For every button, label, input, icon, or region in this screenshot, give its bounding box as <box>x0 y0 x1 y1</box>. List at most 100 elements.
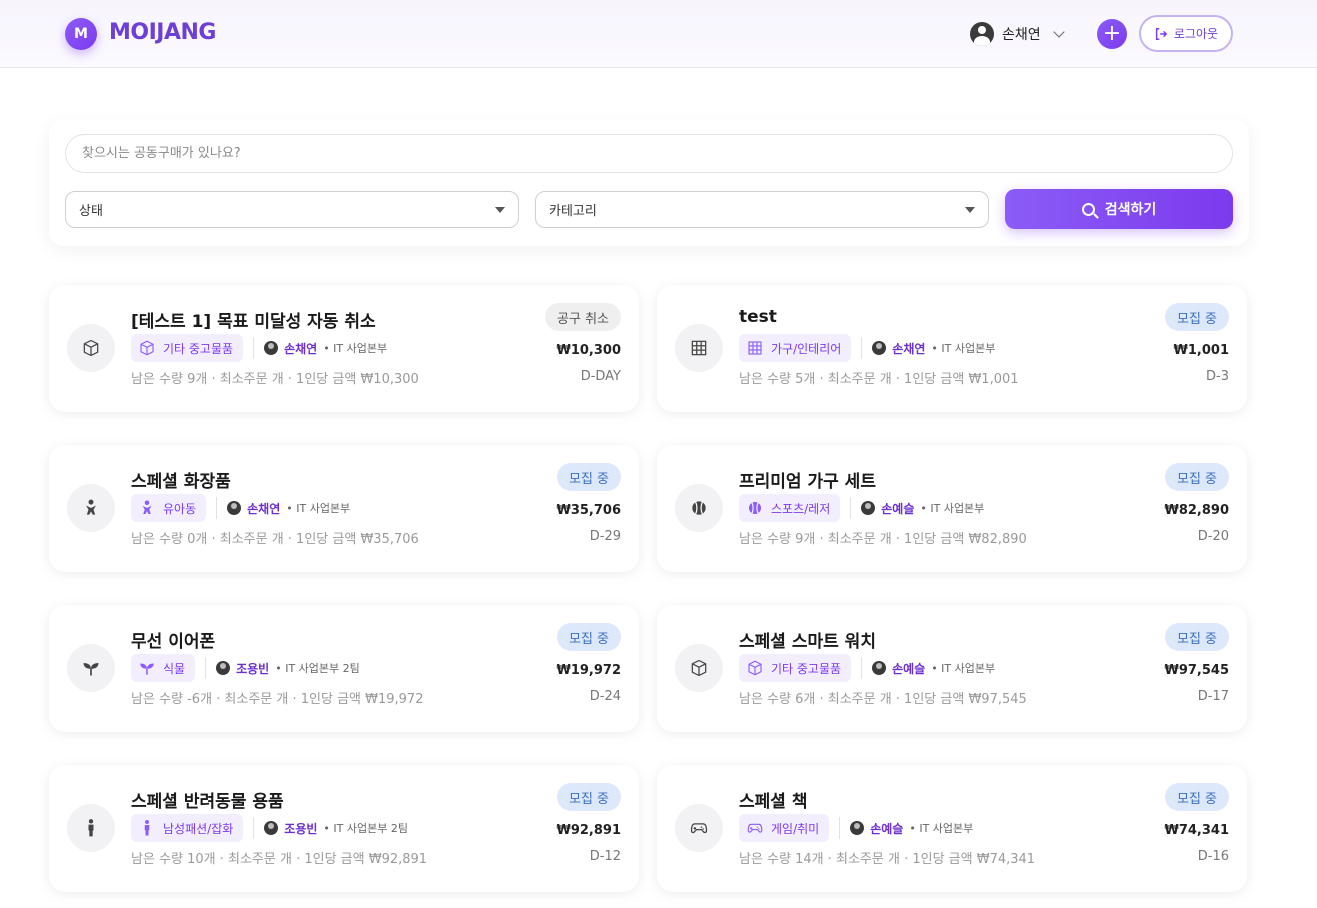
group-buy-card[interactable]: 스페셜 책 게임/취미 손예슬 • IT 사업본부 남은 수량 14개 · 최소… <box>657 765 1247 892</box>
status-badge: 공구 취소 <box>545 303 621 331</box>
owner-avatar-icon <box>872 661 887 675</box>
logout-button[interactable]: 로그아웃 <box>1139 15 1233 52</box>
grid-icon <box>675 324 723 372</box>
card-info: 남은 수량 5개 · 최소주문 개 · 1인당 금액 ₩1,001 <box>739 372 1019 387</box>
divider <box>850 497 852 519</box>
ball-icon <box>746 499 764 517</box>
card-info: 남은 수량 10개 · 최소주문 개 · 1인당 금액 ₩92,891 <box>131 852 428 867</box>
divider <box>861 657 863 679</box>
status-badge: 모집 중 <box>556 783 621 811</box>
category-select[interactable]: 카테고리 <box>535 191 989 228</box>
owner-avatar-icon <box>861 501 876 515</box>
user-avatar-icon <box>970 22 994 46</box>
group-buy-card[interactable]: 무선 이어폰 식물 조용빈 • IT 사업본부 2팀 남은 수량 -6개 · 최… <box>49 605 639 732</box>
category-tag[interactable]: 식물 <box>131 654 196 682</box>
category-tag[interactable]: 남성패션/잡화 <box>131 814 244 842</box>
box-icon <box>746 659 764 677</box>
baby-icon <box>67 484 115 532</box>
gamepad-icon <box>675 804 723 852</box>
group-buy-card[interactable]: 스페셜 화장품 유아동 손채연 • IT 사업본부 남은 수량 0개 · 최소주… <box>49 445 639 572</box>
card-dday: D-24 <box>589 689 621 704</box>
card-title: 스페셜 스마트 워치 <box>739 632 876 652</box>
person-icon <box>67 804 115 852</box>
divider <box>839 817 841 839</box>
logout-label: 로그아웃 <box>1173 27 1219 41</box>
category-tag[interactable]: 스포츠/레저 <box>739 494 841 522</box>
category-select-value: 카테고리 <box>549 204 597 219</box>
category-tag[interactable]: 기타 중고물품 <box>131 334 244 362</box>
status-select[interactable]: 상태 <box>65 191 519 228</box>
group-buy-card[interactable]: test 가구/인테리어 손채연 • IT 사업본부 남은 수량 5개 · 최소… <box>657 285 1247 412</box>
group-buy-card[interactable]: [테스트 1] 목표 미달성 자동 취소 기타 중고물품 손채연 • IT 사업… <box>49 285 639 412</box>
status-select-value: 상태 <box>79 204 103 219</box>
card-info: 남은 수량 6개 · 최소주문 개 · 1인당 금액 ₩97,545 <box>739 692 1027 707</box>
logo-text[interactable]: MOIJANG <box>109 20 216 45</box>
sprout-icon <box>67 644 115 692</box>
owner-name: 손예슬 <box>881 501 915 516</box>
category-tag[interactable]: 기타 중고물품 <box>739 654 852 682</box>
search-panel: 상태 카테고리 검색하기 <box>49 120 1249 246</box>
owner-info: 손예슬 • IT 사업본부 <box>861 500 984 517</box>
logo-mark-letter: M <box>74 26 88 42</box>
card-meta: 남성패션/잡화 조용빈 • IT 사업본부 2팀 <box>131 814 408 842</box>
owner-info: 조용빈 • IT 사업본부 2팀 <box>216 660 360 677</box>
status-badge: 모집 중 <box>1164 783 1229 811</box>
logo-mark[interactable]: M <box>65 18 97 50</box>
owner-info: 손채연 • IT 사업본부 <box>264 340 387 357</box>
card-dday: D-17 <box>1197 689 1229 704</box>
card-info: 남은 수량 0개 · 최소주문 개 · 1인당 금액 ₩35,706 <box>131 532 419 547</box>
group-buy-card[interactable]: 프리미엄 가구 세트 스포츠/레저 손예슬 • IT 사업본부 남은 수량 9개… <box>657 445 1247 572</box>
category-label: 기타 중고물품 <box>771 661 842 676</box>
card-title: 스페셜 화장품 <box>131 472 231 492</box>
owner-info: 손예슬 • IT 사업본부 <box>872 660 995 677</box>
card-meta: 스포츠/레저 손예슬 • IT 사업본부 <box>739 494 984 522</box>
search-button[interactable]: 검색하기 <box>1005 189 1233 229</box>
search-input[interactable] <box>65 134 1233 173</box>
plus-icon: + <box>1102 21 1122 46</box>
category-tag[interactable]: 유아동 <box>131 494 207 522</box>
divider <box>253 337 255 359</box>
card-meta: 게임/취미 손예슬 • IT 사업본부 <box>739 814 973 842</box>
card-title: 무선 이어폰 <box>131 632 216 652</box>
card-price: ₩97,545 <box>1164 663 1229 678</box>
add-group-buy-button[interactable]: + <box>1097 19 1127 49</box>
divider <box>253 817 255 839</box>
status-badge: 모집 중 <box>1164 623 1229 651</box>
owner-name: 손채연 <box>892 341 926 356</box>
sprout-icon <box>138 659 156 677</box>
owner-info: 손예슬 • IT 사업본부 <box>850 820 973 837</box>
owner-name: 조용빈 <box>284 821 318 836</box>
card-price: ₩92,891 <box>556 823 621 838</box>
owner-dept: • IT 사업본부 <box>286 502 351 515</box>
owner-info: 조용빈 • IT 사업본부 2팀 <box>264 820 408 837</box>
owner-dept: • IT 사업본부 <box>909 822 974 835</box>
box-icon <box>675 644 723 692</box>
category-tag[interactable]: 게임/취미 <box>739 814 830 842</box>
card-dday: D-16 <box>1197 849 1229 864</box>
card-price: ₩82,890 <box>1164 503 1229 518</box>
card-price: ₩35,706 <box>556 503 621 518</box>
owner-dept: • IT 사업본부 <box>931 342 996 355</box>
group-buy-card[interactable]: 스페셜 반려동물 용품 남성패션/잡화 조용빈 • IT 사업본부 2팀 남은 … <box>49 765 639 892</box>
category-label: 남성패션/잡화 <box>163 821 234 836</box>
card-meta: 식물 조용빈 • IT 사업본부 2팀 <box>131 654 360 682</box>
owner-info: 손채연 • IT 사업본부 <box>872 340 995 357</box>
category-label: 기타 중고물품 <box>163 341 234 356</box>
owner-dept: • IT 사업본부 <box>931 662 996 675</box>
group-buy-card[interactable]: 스페셜 스마트 워치 기타 중고물품 손예슬 • IT 사업본부 남은 수량 6… <box>657 605 1247 732</box>
top-header: M MOIJANG 손채연 + 로그아웃 <box>0 0 1317 68</box>
status-badge: 모집 중 <box>1164 303 1229 331</box>
owner-name: 손예슬 <box>892 661 926 676</box>
card-title: 프리미엄 가구 세트 <box>739 472 876 492</box>
status-badge: 모집 중 <box>556 463 621 491</box>
user-menu[interactable]: 손채연 <box>970 20 1065 48</box>
category-label: 가구/인테리어 <box>771 341 842 356</box>
card-title: 스페셜 책 <box>739 792 808 812</box>
category-tag[interactable]: 가구/인테리어 <box>739 334 852 362</box>
owner-avatar-icon <box>872 341 887 355</box>
divider <box>861 337 863 359</box>
card-meta: 유아동 손채연 • IT 사업본부 <box>131 494 350 522</box>
card-meta: 가구/인테리어 손채연 • IT 사업본부 <box>739 334 995 362</box>
ball-icon <box>675 484 723 532</box>
card-meta: 기타 중고물품 손채연 • IT 사업본부 <box>131 334 387 362</box>
